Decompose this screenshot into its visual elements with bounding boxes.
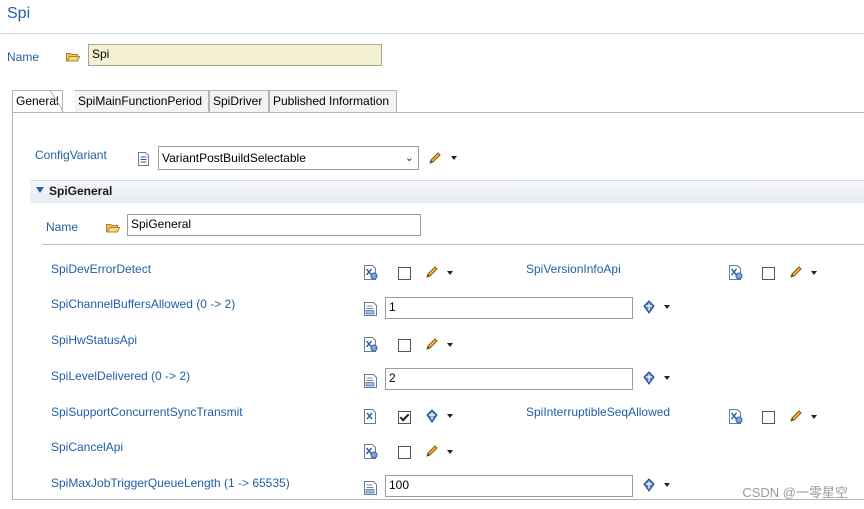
config-x-icon — [364, 444, 378, 459]
calc-menu-arrow-icon[interactable] — [664, 376, 670, 380]
document-icon — [138, 152, 149, 166]
number-field-icon — [364, 374, 377, 388]
pencil-icon[interactable] — [789, 410, 803, 423]
folder-open-icon — [66, 53, 80, 62]
calc-menu-arrow-icon[interactable] — [664, 483, 670, 487]
page-title: Spi — [7, 5, 31, 22]
spi-cancel-api-checkbox[interactable] — [398, 446, 411, 459]
pencil-menu-arrow-icon[interactable] — [447, 450, 453, 454]
chevron-down-icon[interactable]: ⌄ — [405, 147, 414, 169]
spi-dev-error-detect-label: SpiDevErrorDetect — [51, 262, 152, 276]
title-divider — [0, 33, 864, 34]
section-header-spigeneral[interactable]: SpiGeneral — [30, 180, 864, 203]
config-x-icon — [729, 265, 743, 280]
section-name-label: Name — [46, 220, 79, 234]
spi-support-concurrent-sync-transmit-checkbox[interactable] — [398, 411, 411, 424]
calc-menu-arrow-icon[interactable] — [447, 414, 453, 418]
collapse-triangle-icon[interactable] — [36, 187, 44, 193]
spi-level-delivered-input[interactable]: 2 — [385, 368, 633, 390]
tab-spi-driver[interactable]: SpiDriver — [209, 90, 269, 112]
number-field-icon — [364, 302, 377, 316]
spi-interruptible-seq-allowed-label: SpiInterruptibleSeqAllowed — [526, 405, 671, 419]
spi-version-info-api-label: SpiVersionInfoApi — [526, 262, 621, 276]
spi-level-delivered-label: SpiLevelDelivered (0 -> 2) — [51, 369, 191, 383]
config-x-icon — [364, 337, 378, 352]
name-field[interactable]: Spi — [88, 44, 382, 66]
calculated-value-icon[interactable] — [425, 409, 439, 423]
pencil-menu-arrow-icon[interactable] — [811, 271, 817, 275]
calculated-value-icon[interactable] — [642, 478, 656, 492]
pencil-icon[interactable] — [425, 445, 439, 458]
pencil-menu-arrow-icon[interactable] — [447, 271, 453, 275]
calculated-value-icon[interactable] — [642, 300, 656, 314]
config-variant-label: ConfigVariant — [35, 148, 107, 162]
pencil-menu-arrow-icon[interactable] — [811, 415, 817, 419]
section-title: SpiGeneral — [49, 184, 113, 198]
spi-max-job-trigger-queue-length-input[interactable]: 100 — [385, 475, 633, 497]
spi-hw-status-api-checkbox[interactable] — [398, 339, 411, 352]
spi-version-info-api-checkbox[interactable] — [762, 267, 775, 280]
pencil-icon[interactable] — [789, 266, 803, 279]
config-x-icon — [729, 409, 743, 424]
tab-bar: General SpiMainFunctionPeriod SpiDriver … — [12, 90, 864, 113]
pencil-menu-arrow-icon[interactable] — [447, 343, 453, 347]
pencil-icon[interactable] — [425, 266, 439, 279]
spi-support-concurrent-sync-transmit-label: SpiSupportConcurrentSyncTransmit — [51, 405, 243, 419]
spi-cancel-api-label: SpiCancelApi — [51, 440, 124, 454]
calc-menu-arrow-icon[interactable] — [664, 305, 670, 309]
pencil-icon[interactable] — [425, 338, 439, 351]
pencil-icon[interactable] — [428, 152, 442, 165]
config-variant-value: VariantPostBuildSelectable — [162, 151, 306, 165]
section-divider — [42, 244, 864, 245]
tab-spi-main-function-period[interactable]: SpiMainFunctionPeriod — [75, 90, 209, 112]
config-variant-select[interactable]: VariantPostBuildSelectable ⌄ — [158, 146, 419, 170]
spi-interruptible-seq-allowed-checkbox[interactable] — [762, 411, 775, 424]
config-x-plain-icon — [364, 409, 376, 424]
folder-open-icon — [106, 224, 120, 233]
spi-channel-buffers-allowed-input[interactable]: 1 — [385, 297, 633, 319]
calculated-value-icon[interactable] — [642, 371, 656, 385]
spi-hw-status-api-label: SpiHwStatusApi — [51, 333, 138, 347]
number-field-icon — [364, 481, 377, 495]
spi-channel-buffers-allowed-label: SpiChannelBuffersAllowed (0 -> 2) — [51, 297, 236, 311]
watermark-text: CSDN @一零星空 — [742, 485, 848, 500]
tab-separator — [50, 90, 64, 112]
section-name-field[interactable]: SpiGeneral — [127, 214, 421, 236]
pencil-menu-arrow-icon[interactable] — [451, 156, 457, 160]
name-label: Name — [7, 50, 40, 64]
config-x-icon — [364, 265, 378, 280]
tab-published-information[interactable]: Published Information — [269, 90, 397, 112]
spi-max-job-trigger-queue-length-label: SpiMaxJobTriggerQueueLength (1 -> 65535) — [51, 476, 290, 490]
spi-dev-error-detect-checkbox[interactable] — [398, 267, 411, 280]
